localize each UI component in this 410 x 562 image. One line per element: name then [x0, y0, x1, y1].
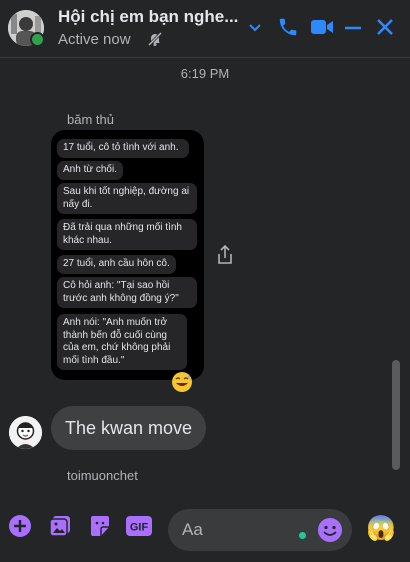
shared-post-card[interactable]: 17 tuổi, cô tỏ tình với anh. Anh từ chối…	[51, 130, 204, 380]
post-line: Đã trải qua những mối tình khác nhau.	[57, 219, 197, 250]
message-input[interactable]	[182, 509, 302, 551]
chevron-down-icon[interactable]	[248, 20, 262, 39]
gif-icon[interactable]: GIF	[126, 516, 152, 541]
svg-text:GIF: GIF	[130, 522, 149, 534]
avatar-photo-icon	[9, 416, 42, 449]
message-timestamp: 6:19 PM	[180, 66, 230, 81]
minimize-icon[interactable]	[343, 17, 363, 42]
input-status-dot	[299, 532, 306, 539]
post-line: Sau khi tốt nghiệp, đường ai nấy đi.	[57, 183, 197, 214]
close-icon[interactable]	[375, 17, 395, 42]
grinning-sweat-emoji-icon[interactable]	[171, 371, 193, 393]
post-line: 27 tuổi, anh cầu hôn cô.	[57, 255, 176, 274]
message-composer: GIF 😱	[0, 492, 410, 562]
scrollbar-thumb[interactable]	[392, 360, 400, 470]
chat-header: Hội chị em bạn nghe... Active now	[0, 0, 410, 58]
post-line: Anh nói: "Anh muốn trở thành bến đỗ cuối…	[57, 314, 187, 370]
notifications-muted-icon	[147, 31, 163, 52]
plus-icon[interactable]	[8, 514, 32, 543]
video-call-icon[interactable]	[310, 16, 334, 43]
message-list[interactable]: 6:19 PM băm thủ 17 tuổi, cô tỏ tình với …	[0, 58, 410, 492]
sender-name: toimuonchet	[67, 468, 138, 483]
post-line: 17 tuổi, cô tỏ tình với anh.	[57, 139, 189, 158]
emoji-icon[interactable]	[316, 516, 344, 544]
post-line: Cô hỏi anh: "Tại sao hồi trước anh không…	[57, 277, 197, 308]
share-icon[interactable]	[215, 244, 235, 271]
post-line: Anh từ chối.	[57, 161, 123, 180]
voice-call-icon[interactable]	[277, 16, 299, 43]
image-icon[interactable]	[48, 514, 72, 543]
sender-name: băm thủ	[67, 112, 114, 127]
quick-reaction-emoji[interactable]: 😱	[366, 516, 396, 542]
sticker-icon[interactable]	[88, 514, 112, 543]
conversation-title[interactable]: Hội chị em bạn nghe...	[58, 7, 244, 27]
sender-avatar[interactable]	[9, 416, 42, 449]
active-status: Active now	[58, 31, 131, 48]
message-bubble[interactable]: The kwan move	[51, 406, 207, 450]
online-indicator	[30, 32, 45, 47]
group-avatar[interactable]	[8, 10, 45, 47]
message-input-box[interactable]	[168, 509, 352, 551]
